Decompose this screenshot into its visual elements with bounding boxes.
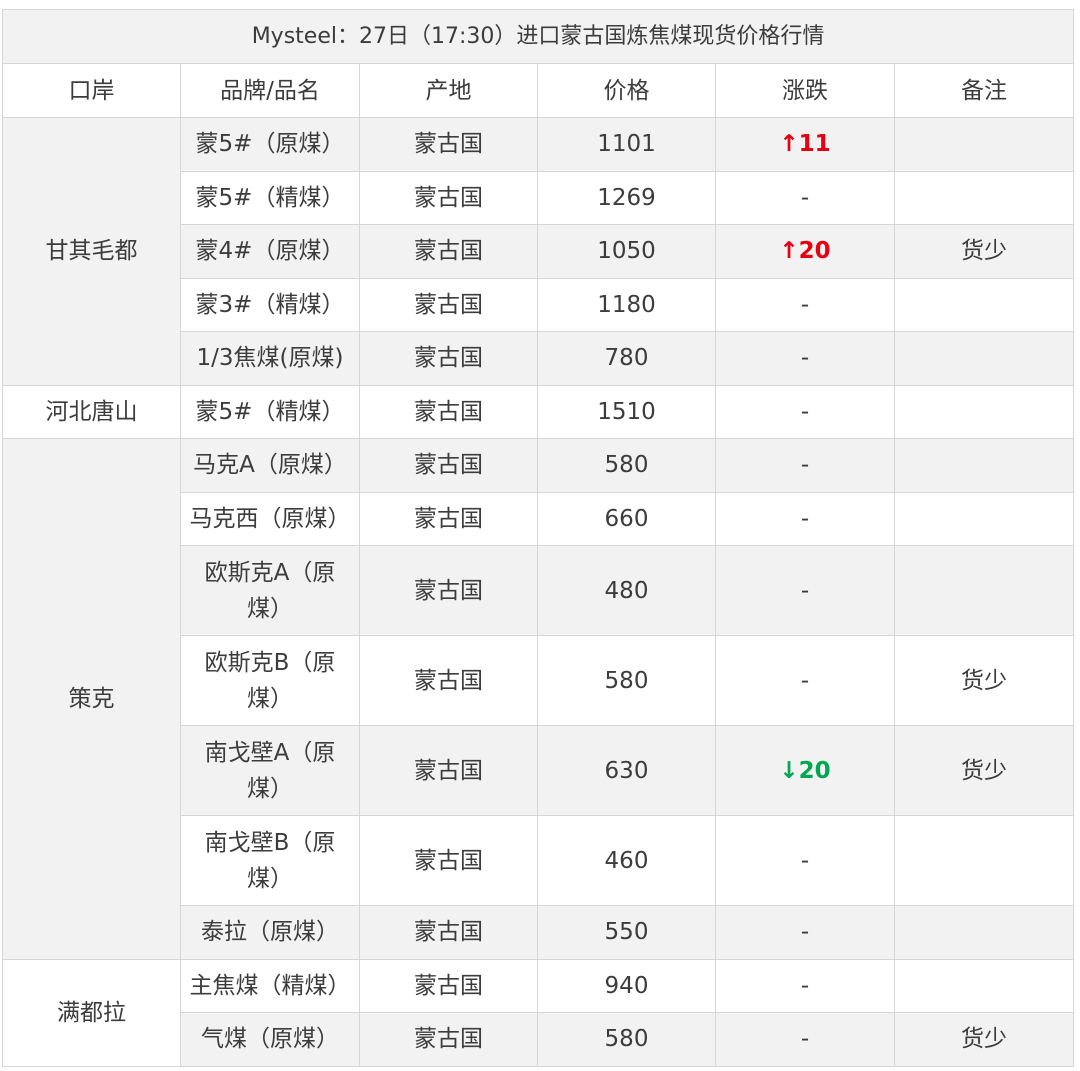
change-cell: ↓20: [715, 725, 895, 816]
price-cell: 1269: [537, 170, 716, 225]
brand-cell: 蒙5#（精煤）: [180, 384, 360, 439]
note-cell: [893, 545, 1075, 636]
price-cell: 1180: [537, 277, 716, 332]
note-cell: 货少: [893, 1012, 1075, 1067]
note-cell: [893, 815, 1075, 906]
table-title: Mysteel：27日（17:30）进口蒙古国炼焦煤现货价格行情: [1, 9, 1075, 64]
origin-cell: 蒙古国: [359, 117, 538, 172]
table-row: 甘其毛都 蒙5#（原煤） 蒙古国 1101 ↑11: [2, 117, 1075, 386]
price-table-container: Mysteel：27日（17:30）进口蒙古国炼焦煤现货价格行情 口岸 品牌/品…: [1, 9, 1075, 1067]
price-cell: 580: [537, 438, 716, 493]
note-cell: [893, 958, 1075, 1013]
brand-cell: 马克A（原煤）: [180, 438, 360, 493]
price-cell: 630: [537, 725, 716, 816]
origin-cell: 蒙古国: [359, 277, 538, 332]
brand-cell: 1/3焦煤(原煤): [180, 331, 360, 386]
origin-cell: 蒙古国: [359, 725, 538, 816]
brand-cell: 欧斯克A（原煤）: [180, 545, 360, 636]
brand-cell: 马克西（原煤）: [180, 491, 360, 546]
note-cell: [893, 170, 1075, 225]
table-row: 策克 马克A（原煤） 蒙古国 580 -: [2, 438, 1075, 960]
origin-cell: 蒙古国: [359, 545, 538, 636]
price-cell: 1510: [537, 384, 716, 439]
port-cell-ceke: 策克: [2, 438, 181, 960]
note-cell: [893, 905, 1075, 960]
header-change: 涨跌: [715, 63, 895, 118]
price-cell: 480: [537, 545, 716, 636]
note-cell: [893, 384, 1075, 439]
price-cell: 580: [537, 635, 716, 726]
change-cell: -: [715, 277, 895, 332]
brand-cell: 蒙4#（原煤）: [180, 224, 360, 279]
brand-cell: 蒙5#（原煤）: [180, 117, 360, 172]
brand-cell: 南戈壁B（原煤）: [180, 815, 360, 906]
table-row: 满都拉 主焦煤（精煤） 蒙古国 940 -: [2, 958, 1075, 1067]
change-cell: -: [715, 491, 895, 546]
price-cell: 550: [537, 905, 716, 960]
table-header-row: 口岸 品牌/品名 产地 价格 涨跌 备注: [2, 63, 1075, 118]
note-cell: 货少: [893, 224, 1075, 279]
brand-cell: 主焦煤（精煤）: [180, 958, 360, 1013]
origin-cell: 蒙古国: [359, 635, 538, 726]
origin-cell: 蒙古国: [359, 905, 538, 960]
brand-cell: 欧斯克B（原煤）: [180, 635, 360, 726]
change-cell: -: [715, 905, 895, 960]
price-cell: 940: [537, 958, 716, 1013]
note-cell: [893, 117, 1075, 172]
price-table: Mysteel：27日（17:30）进口蒙古国炼焦煤现货价格行情 口岸 品牌/品…: [1, 9, 1075, 1067]
origin-cell: 蒙古国: [359, 491, 538, 546]
change-cell: -: [715, 815, 895, 906]
header-brand: 品牌/品名: [180, 63, 360, 118]
origin-cell: 蒙古国: [359, 384, 538, 439]
port-cell-hebei-tangshan: 河北唐山: [2, 384, 181, 439]
origin-cell: 蒙古国: [359, 438, 538, 493]
brand-cell: 南戈壁A（原煤）: [180, 725, 360, 816]
brand-cell: 蒙3#（精煤）: [180, 277, 360, 332]
port-cell-mandula: 满都拉: [2, 958, 181, 1067]
price-cell: 780: [537, 331, 716, 386]
origin-cell: 蒙古国: [359, 170, 538, 225]
price-cell: 1101: [537, 117, 716, 172]
origin-cell: 蒙古国: [359, 331, 538, 386]
change-cell: -: [715, 384, 895, 439]
change-cell: -: [715, 1012, 895, 1067]
change-cell: -: [715, 635, 895, 726]
brand-cell: 泰拉（原煤）: [180, 905, 360, 960]
change-cell: ↑20: [715, 224, 895, 279]
origin-cell: 蒙古国: [359, 1012, 538, 1067]
origin-cell: 蒙古国: [359, 958, 538, 1013]
change-cell: -: [715, 545, 895, 636]
change-cell: -: [715, 438, 895, 493]
note-cell: [893, 331, 1075, 386]
port-cell-ganqimaodu: 甘其毛都: [2, 117, 181, 386]
note-cell: [893, 438, 1075, 493]
change-cell: ↑11: [715, 117, 895, 172]
table-title-row: Mysteel：27日（17:30）进口蒙古国炼焦煤现货价格行情: [1, 9, 1075, 64]
change-cell: -: [715, 958, 895, 1013]
note-cell: [893, 277, 1075, 332]
note-cell: 货少: [893, 635, 1075, 726]
price-cell: 1050: [537, 224, 716, 279]
note-cell: 货少: [893, 725, 1075, 816]
header-note: 备注: [893, 63, 1075, 118]
table-row: 河北唐山 蒙5#（精煤） 蒙古国 1510 -: [2, 384, 1075, 439]
note-cell: [893, 491, 1075, 546]
price-cell: 660: [537, 491, 716, 546]
brand-cell: 气煤（原煤）: [180, 1012, 360, 1067]
header-port: 口岸: [2, 63, 181, 118]
change-cell: -: [715, 331, 895, 386]
origin-cell: 蒙古国: [359, 815, 538, 906]
brand-cell: 蒙5#（精煤）: [180, 170, 360, 225]
price-cell: 460: [537, 815, 716, 906]
origin-cell: 蒙古国: [359, 224, 538, 279]
header-origin: 产地: [359, 63, 538, 118]
header-price: 价格: [537, 63, 716, 118]
change-cell: -: [715, 170, 895, 225]
price-cell: 580: [537, 1012, 716, 1067]
